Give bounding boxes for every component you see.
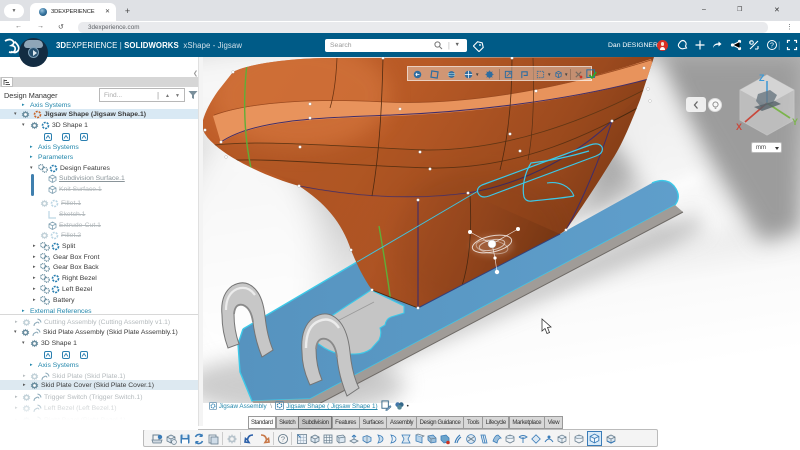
svg-text:?: ?: [281, 435, 285, 444]
svg-text:Z: Z: [759, 73, 765, 83]
svg-text:Y: Y: [792, 117, 798, 127]
svg-text:X: X: [736, 122, 742, 132]
svg-text:?: ?: [770, 42, 774, 49]
